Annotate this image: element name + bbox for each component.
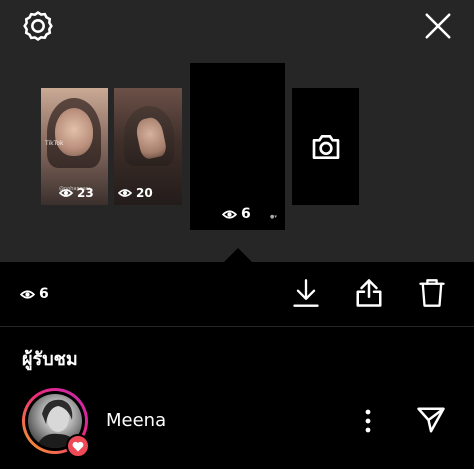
- viewer-row[interactable]: Meena: [0, 384, 474, 460]
- view-count: 20: [118, 186, 153, 200]
- selection-pointer: [224, 248, 252, 262]
- view-count-value: 23: [77, 186, 94, 200]
- close-icon[interactable]: [420, 8, 456, 44]
- thumbnail-face: [55, 108, 93, 156]
- eye-icon: [59, 189, 73, 197]
- eye-icon: [222, 209, 237, 219]
- add-story-tile[interactable]: [292, 88, 359, 205]
- view-count-value: 6: [241, 206, 251, 222]
- trash-icon[interactable]: [416, 276, 448, 310]
- thumbnail-indicator: ●▾: [270, 214, 277, 220]
- more-options-icon[interactable]: [356, 406, 380, 436]
- view-count-value: 20: [136, 186, 153, 200]
- eye-icon: [118, 189, 132, 197]
- story-thumbnail[interactable]: TikTok @nohapoaw 23: [41, 88, 108, 205]
- story-thumbnail-selected[interactable]: 6 ●▾: [190, 63, 285, 230]
- share-icon[interactable]: [352, 276, 386, 310]
- viewers-heading: ผู้รับชม: [22, 349, 78, 370]
- view-count: 6: [222, 206, 251, 222]
- view-count: 23: [59, 186, 94, 200]
- story-toolbar: 6: [0, 262, 474, 326]
- section-divider: [0, 326, 474, 327]
- camera-icon: [312, 135, 340, 159]
- toolbar-view-count[interactable]: 6: [20, 286, 49, 302]
- tiktok-watermark: TikTok: [45, 140, 64, 147]
- eye-icon: [20, 289, 35, 299]
- avatar[interactable]: [22, 388, 90, 458]
- story-thumbnail[interactable]: 20: [114, 88, 182, 205]
- gear-icon[interactable]: [20, 8, 56, 44]
- heart-icon: [66, 434, 90, 458]
- viewer-name[interactable]: Meena: [106, 410, 166, 431]
- view-count-value: 6: [39, 286, 49, 302]
- download-icon[interactable]: [290, 276, 322, 310]
- send-icon[interactable]: [414, 404, 448, 436]
